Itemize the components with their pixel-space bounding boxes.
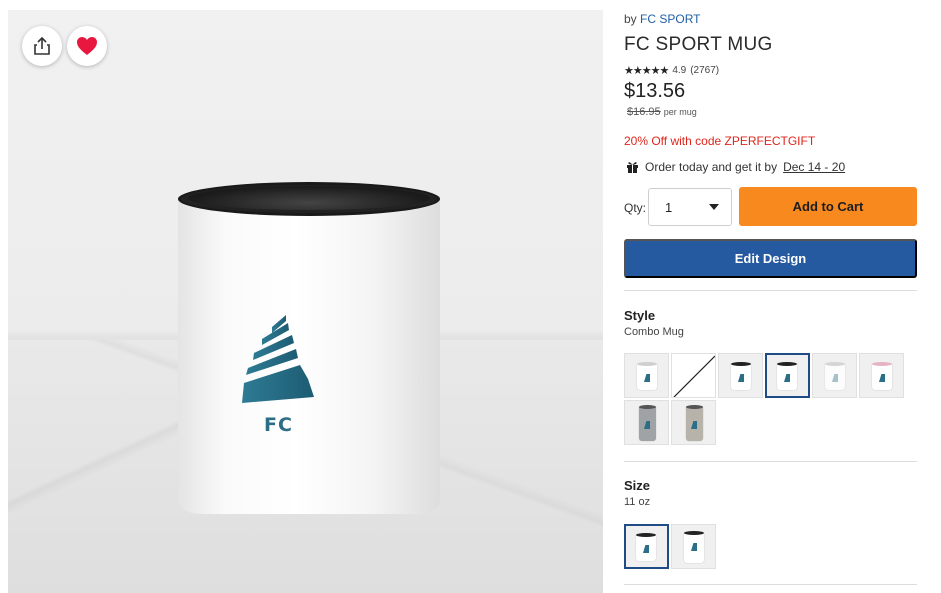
heart-icon (77, 37, 97, 55)
share-button[interactable] (22, 26, 62, 66)
review-count: (2767) (690, 65, 720, 76)
size-value: 11 oz (624, 496, 651, 508)
style-option[interactable] (624, 400, 669, 445)
by-label: by (624, 12, 637, 26)
current-price: $13.56 (624, 80, 686, 102)
qty-select[interactable]: 1 (648, 188, 732, 226)
product-title: FC SPORT MUG (624, 34, 773, 55)
divider (624, 461, 917, 462)
style-option[interactable] (718, 353, 763, 398)
style-option-selected[interactable] (765, 353, 810, 398)
product-image[interactable]: FC (8, 10, 603, 593)
favorite-button[interactable] (67, 26, 107, 66)
original-price-line: $16.95 per mug (627, 106, 697, 118)
rating-value: 4.9 (672, 65, 687, 76)
brand-line: by FC SPORT (624, 12, 700, 26)
promo-text: 20% Off with code ZPERFECTGIFT (624, 134, 816, 148)
style-option-unavailable[interactable] (671, 353, 716, 398)
qty-label: Qty: (624, 201, 647, 215)
per-unit: per mug (663, 107, 697, 117)
style-option[interactable] (624, 353, 669, 398)
chevron-down-icon (709, 204, 719, 210)
size-label: Size (624, 478, 651, 493)
delivery-info: Order today and get it by Dec 14 - 20 (626, 160, 845, 174)
style-label: Style (624, 308, 656, 323)
divider (624, 290, 917, 291)
divider (624, 584, 917, 585)
style-value: Combo Mug (624, 326, 684, 338)
qty-value: 1 (665, 199, 673, 215)
logo-text: FC (264, 414, 293, 436)
add-to-cart-button[interactable]: Add to Cart (739, 187, 917, 226)
edit-design-button[interactable]: Edit Design (624, 239, 917, 278)
fc-logo-icon (242, 315, 314, 403)
share-icon (34, 36, 50, 55)
size-option-selected[interactable] (624, 524, 669, 569)
rating[interactable]: ★★★★★ 4.9 (2767) (624, 64, 719, 77)
gift-icon (627, 162, 638, 173)
original-price: $16.95 (627, 106, 661, 118)
style-option[interactable] (859, 353, 904, 398)
delivery-date[interactable]: Dec 14 - 20 (783, 160, 845, 174)
unavailable-slash-icon (673, 355, 715, 397)
style-option[interactable] (671, 400, 716, 445)
brand-link[interactable]: FC SPORT (640, 12, 700, 26)
delivery-text: Order today and get it by (645, 160, 778, 174)
mug-interior (188, 186, 430, 210)
size-option[interactable] (671, 524, 716, 569)
star-rating-icon: ★★★★★ (624, 65, 669, 77)
style-option[interactable] (812, 353, 857, 398)
